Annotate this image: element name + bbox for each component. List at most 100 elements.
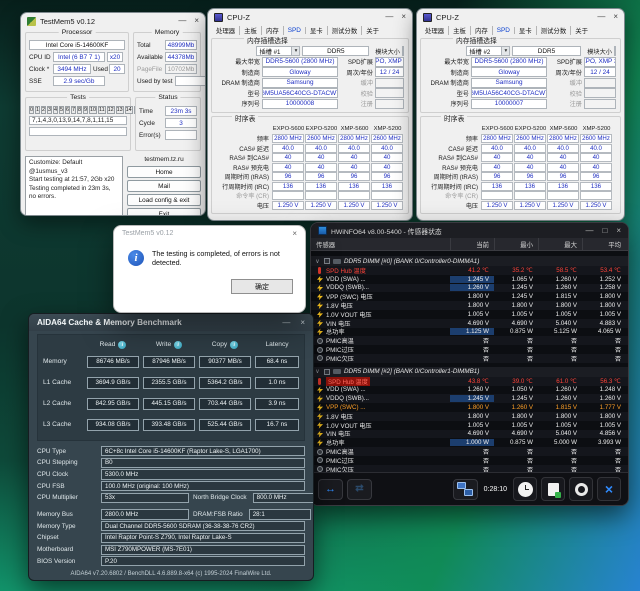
test-number-toggle[interactable]: 14 — [125, 106, 133, 114]
sensor-group-header[interactable]: ∨ DDR5 DIMM [#0] (BANK 0/Controller0-DIM… — [311, 256, 628, 266]
test-number-toggle[interactable]: 12 — [107, 106, 115, 114]
dialog-titlebar[interactable]: TestMem5 v0.12 × — [114, 226, 305, 241]
test-number-toggle[interactable]: 13 — [116, 106, 124, 114]
collapse-icon[interactable]: ∨ — [314, 368, 321, 375]
sensor-row[interactable]: VIN 电压 4.690 V 4.690 V 5.040 V 4.856 V — [311, 430, 628, 439]
close-icon[interactable]: × — [194, 17, 199, 25]
test-number-toggle[interactable]: 8 — [77, 106, 82, 114]
remote-monitoring-button[interactable] — [453, 479, 478, 500]
test-number-toggle[interactable]: 4 — [53, 106, 58, 114]
sensor-row[interactable]: 总功率 1.125 W 0.875 W 5.125 W 4.065 W — [311, 328, 628, 337]
close-icon[interactable]: × — [300, 319, 305, 327]
sensor-row[interactable]: 总功率 1.000 W 0.875 W 5.000 W 3.993 W — [311, 438, 628, 447]
column-min[interactable]: 最小 — [494, 238, 538, 250]
mail-button[interactable]: Mail — [127, 180, 201, 192]
minimize-icon[interactable]: — — [178, 17, 186, 25]
tab[interactable]: SPD — [284, 27, 306, 34]
sensor-row[interactable]: SPD Hub 温度 43.8 ℃ 39.0 ℃ 61.0 ℃ 56.3 ℃ — [311, 377, 628, 386]
ok-button[interactable]: 确定 — [231, 279, 293, 294]
tab[interactable]: 关于 — [362, 26, 383, 35]
test-number-toggle[interactable]: 1 — [35, 106, 40, 114]
sensor-row[interactable]: PMIC欠压 否 否 否 否 — [311, 354, 628, 363]
close-icon[interactable]: × — [401, 13, 406, 21]
group-checkbox[interactable] — [324, 258, 330, 264]
sensor-row[interactable]: VDDQ (SWB)... 1.260 V 1.245 V 1.260 V 1.… — [311, 284, 628, 293]
testmem-site-link[interactable]: testmem.tz.ru — [127, 156, 201, 163]
cpuz-titlebar[interactable]: CPU-Z — × — [417, 9, 624, 25]
info-icon[interactable]: i — [230, 341, 238, 349]
home-button[interactable]: Home — [127, 166, 201, 178]
minimize-icon[interactable]: — — [585, 227, 593, 235]
timing-row: 行周期时间 (tRC) 136 136 136 136 — [425, 182, 616, 192]
settings-button[interactable] — [569, 477, 593, 501]
minimize-icon[interactable]: — — [385, 13, 393, 21]
test-number-toggle[interactable]: 7 — [71, 106, 76, 114]
slot-select[interactable]: 插槽 #2 ▾ — [466, 46, 510, 56]
group-checkbox[interactable] — [324, 369, 330, 375]
tab[interactable]: SPD — [493, 27, 515, 34]
minimize-icon[interactable]: — — [282, 319, 290, 327]
column-sensor[interactable]: 传感器 — [311, 240, 450, 249]
tab[interactable]: 处理器 — [212, 26, 240, 35]
tab[interactable]: 处理器 — [421, 26, 449, 35]
sensor-group-header[interactable]: ∨ DDR5 DIMM [#2] (BANK 0/Controller1-DIM… — [311, 367, 628, 377]
column-current[interactable]: 当前 — [450, 238, 494, 250]
sensor-row[interactable]: VDD (SWA) ... 1.260 V 1.050 V 1.260 V 1.… — [311, 386, 628, 395]
sensor-row[interactable]: VPP (SWC) 电压 1.800 V 1.245 V 1.815 V 1.8… — [311, 292, 628, 301]
hwinfo-titlebar[interactable]: HWiNFO64 v8.00-5400 - 传感器状态 — □ × — [311, 223, 628, 238]
sensor-row[interactable]: SPD Hub 温度 41.2 ℃ 35.2 ℃ 58.5 ℃ 53.4 ℃ — [311, 266, 628, 275]
load-config-exit-button[interactable]: Load config & exit — [127, 194, 201, 206]
close-sensors-button[interactable]: × — [597, 477, 621, 501]
info-icon[interactable]: i — [174, 341, 182, 349]
sensor-row[interactable]: 1.8V 电压 1.800 V 1.800 V 1.800 V 1.800 V — [311, 301, 628, 310]
tab[interactable]: 主板 — [240, 26, 262, 35]
close-icon[interactable]: × — [613, 13, 618, 21]
test-number-toggle[interactable]: 5 — [59, 106, 64, 114]
sensor-row[interactable]: VDD (SWA) ... 1.245 V 1.065 V 1.260 V 1.… — [311, 275, 628, 284]
sensor-row[interactable]: 1.8V 电压 1.800 V 1.800 V 1.800 V 1.800 V — [311, 412, 628, 421]
sensor-row[interactable]: PMIC欠压 否 否 否 否 — [311, 465, 628, 472]
tab[interactable]: 测试分数 — [328, 26, 363, 35]
timing-value: 2800 MHz — [272, 134, 304, 143]
test-number-toggle[interactable]: 6 — [65, 106, 70, 114]
test-number-toggle[interactable]: 3 — [47, 106, 52, 114]
expand-columns-button[interactable]: ↔ — [318, 479, 343, 500]
tab[interactable]: 内存 — [471, 26, 493, 35]
slot-select[interactable]: 插槽 #1 ▾ — [256, 46, 300, 56]
close-icon[interactable]: × — [616, 227, 621, 235]
tab[interactable]: 显卡 — [306, 26, 328, 35]
tab[interactable]: 主板 — [449, 26, 471, 35]
test-number-toggle[interactable]: 9 — [83, 106, 88, 114]
tab[interactable]: 内存 — [262, 26, 284, 35]
report-button[interactable] — [541, 477, 565, 501]
sensor-row[interactable]: 1.0V VOUT 电压 1.005 V 1.005 V 1.005 V 1.0… — [311, 310, 628, 319]
column-avg[interactable]: 平均 — [582, 238, 626, 250]
cpuz-titlebar[interactable]: CPU-Z — × — [208, 9, 412, 25]
sensor-row[interactable]: VDDQ (SWB)... 1.245 V 1.245 V 1.260 V 1.… — [311, 394, 628, 403]
tab[interactable]: 显卡 — [515, 26, 537, 35]
clock-button[interactable] — [513, 477, 537, 501]
sensor-row[interactable]: 1.0V VOUT 电压 1.005 V 1.005 V 1.005 V 1.0… — [311, 421, 628, 430]
tab[interactable]: 关于 — [571, 26, 592, 35]
test-number-toggle[interactable]: 2 — [41, 106, 46, 114]
aida64-titlebar[interactable]: AIDA64 Cache & Memory Benchmark — × — [29, 314, 313, 331]
sensor-row[interactable]: PMIC过压 否 否 否 否 — [311, 345, 628, 354]
test-number-toggle[interactable]: 11 — [98, 106, 106, 114]
collapse-icon[interactable]: ∨ — [314, 258, 321, 265]
info-icon[interactable]: i — [118, 341, 126, 349]
sensor-row[interactable]: PMIC高温 否 否 否 否 — [311, 336, 628, 345]
test-number-toggle[interactable]: 0 — [29, 106, 34, 114]
sensor-row[interactable]: VPP (SWC) ... 1.800 V 1.260 V 1.815 V 1.… — [311, 403, 628, 412]
test-number-toggle[interactable]: 10 — [89, 106, 97, 114]
sensor-row[interactable]: PMIC过压 否 否 否 否 — [311, 456, 628, 465]
sensor-row[interactable]: PMIC高温 否 否 否 否 — [311, 447, 628, 456]
column-max[interactable]: 最大 — [538, 238, 582, 250]
testmem5-titlebar[interactable]: TestMem5 v0.12 — × — [21, 13, 205, 29]
collapse-columns-button[interactable]: ⇄ — [347, 479, 372, 500]
exit-button[interactable]: Exit — [127, 208, 201, 216]
close-icon[interactable]: × — [292, 230, 297, 238]
maximize-icon[interactable]: □ — [602, 227, 607, 235]
tab[interactable]: 测试分数 — [537, 26, 572, 35]
minimize-icon[interactable]: — — [597, 13, 605, 21]
sensor-row[interactable]: VIN 电压 4.690 V 4.690 V 5.040 V 4.883 V — [311, 319, 628, 328]
